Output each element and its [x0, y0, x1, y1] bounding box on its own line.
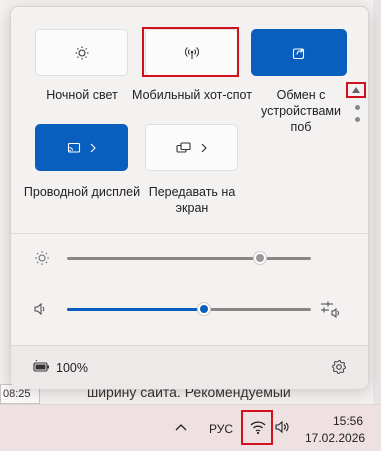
wifi-highlight-box [241, 410, 273, 445]
clock-date: 17.02.2026 [305, 431, 366, 445]
brightness-icon [75, 46, 88, 59]
mobile-hotspot-label: Мобильный хот-спот [132, 88, 252, 102]
gear-icon[interactable] [331, 359, 347, 375]
chevron-right-icon [90, 143, 96, 152]
volume-thumb-dot [199, 305, 208, 313]
speaker-icon [34, 302, 45, 316]
chevron-right-icon [201, 143, 207, 152]
quick-settings-footer: 100% [11, 345, 368, 389]
project-tile[interactable] [145, 124, 238, 171]
clock-time: 15:56 [333, 414, 364, 428]
divider [11, 233, 368, 234]
nearby-share-label: Обмен с устройствами поб [261, 88, 341, 134]
scroll-up-highlight-box [346, 82, 366, 98]
volume-track-fill [67, 308, 204, 311]
page-dot-2[interactable] [355, 117, 360, 122]
background-scrollbar[interactable] [373, 0, 381, 404]
volume-thumb[interactable] [196, 302, 211, 316]
audio-mixer-icon[interactable] [320, 300, 342, 318]
page-dot-1[interactable] [355, 105, 360, 110]
brightness-thumb-dot [255, 254, 264, 262]
chevron-up-icon[interactable] [175, 422, 187, 432]
speaker-icon[interactable] [274, 420, 290, 434]
share-icon [292, 47, 305, 59]
wired-display-label: Проводной дисплей [23, 185, 141, 199]
battery-icon[interactable] [33, 360, 51, 374]
battery-percent: 100% [56, 361, 88, 375]
brightness-track[interactable] [67, 257, 311, 260]
wired-display-tile[interactable] [35, 124, 128, 171]
brightness-icon [35, 251, 49, 265]
project-label: Передавать на экран [148, 185, 236, 215]
hotspot-highlight-box [142, 27, 239, 77]
night-light-label: Ночной свет [46, 88, 118, 102]
language-indicator[interactable]: РУС [209, 422, 233, 436]
quick-settings-panel: Ночной свет Мобильный хот-спот Обмен с у… [10, 6, 369, 389]
cast-icon [67, 142, 80, 153]
night-light-tile[interactable] [35, 29, 128, 76]
brightness-thumb[interactable] [252, 251, 267, 265]
nearby-share-tile[interactable] [251, 29, 347, 76]
taskbar: РУС 15:56 17.02.2026 [0, 404, 381, 451]
project-icon [175, 141, 191, 153]
